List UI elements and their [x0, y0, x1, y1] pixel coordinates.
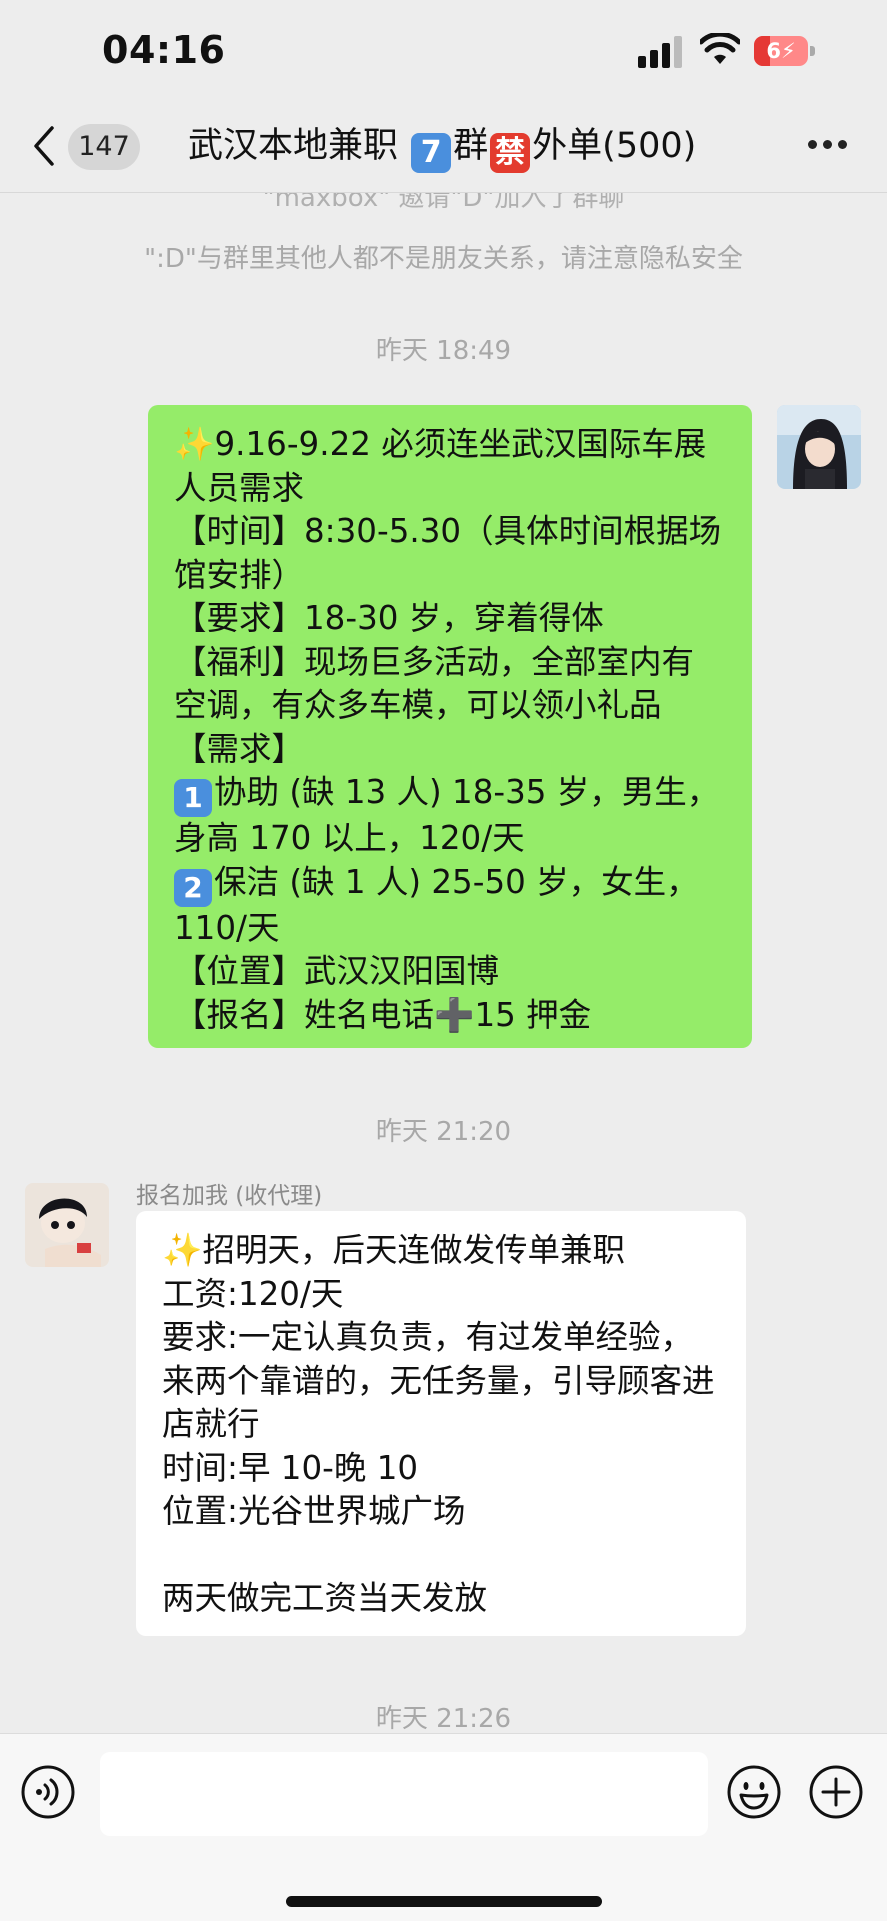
message-input[interactable]	[100, 1752, 708, 1836]
privacy-system-notice: ":D"与群里其他人都不是朋友关系，请注意隐私安全	[144, 244, 743, 274]
message-timestamp: 昨天 18:49	[375, 336, 512, 366]
message-line: 工资:120/天	[162, 1274, 344, 1313]
chat-title: 武汉本地兼职 7 群禁外单(500)	[188, 100, 696, 192]
battery-level: 6	[766, 39, 781, 63]
message-timestamp: 昨天 21:20	[375, 1117, 512, 1147]
input-bar	[0, 1733, 887, 1921]
message-line: 【时间】8:30-5.30（具体时间根据场馆安排）	[174, 512, 722, 594]
message-line: 【福利】现场巨多活动，全部室内有空调，有众多车模，可以领小礼品	[174, 642, 695, 725]
title-text: 武汉本地兼职	[188, 126, 399, 166]
message-line: 【报名】姓名电话	[174, 995, 435, 1034]
more-dots-icon[interactable]	[808, 140, 848, 152]
message-line: 位置:光谷世界城广场	[162, 1492, 466, 1530]
status-time: 04:16	[102, 28, 226, 72]
chevron-left-icon[interactable]	[30, 124, 60, 168]
sender-name: 报名加我 (收代理)	[136, 1183, 323, 1209]
keycap-seven-emoji: 7	[411, 133, 452, 173]
message-line: 保洁 (缺 1 人) 25-50 岁，女生，110/天	[174, 862, 699, 947]
battery-icon: 6⚡	[754, 36, 816, 66]
message-bubble-self[interactable]: ✨9.16-9.22 必须连坐武汉国际车展人员需求 【时间】8:30-5.30（…	[148, 405, 752, 1048]
message-line: 15 押金	[474, 995, 592, 1034]
heavy-plus-emoji: ➕	[434, 995, 475, 1034]
message-line: 【需求】	[174, 729, 305, 768]
nav-bar: 147 武汉本地兼职 7 群禁外单(500)	[0, 100, 887, 193]
message-line: 招明天，后天连做发传单兼职	[202, 1231, 625, 1269]
status-bar: 04:16 6⚡	[0, 0, 887, 100]
home-indicator	[286, 1896, 602, 1907]
message-line: 两天做完工资当天发放	[162, 1579, 488, 1617]
system-notice-clipped: "maxbox" 邀请"D"加入了群聊	[262, 193, 625, 213]
wifi-icon	[700, 33, 740, 64]
cellular-signal-icon	[638, 36, 686, 68]
avatar-sender[interactable]	[25, 1183, 109, 1267]
chat-history[interactable]: "maxbox" 邀请"D"加入了群聊 ":D"与群里其他人都不是朋友关系，请注…	[0, 193, 887, 1733]
sparkles-emoji: ✨	[162, 1231, 203, 1269]
message-line: 【位置】武汉汉阳国博	[174, 952, 500, 990]
plus-circle-icon[interactable]	[808, 1764, 864, 1820]
message-line: 协助 (缺 13 人) 18-35 岁，男生，身高 170 以上，120/天	[174, 773, 720, 857]
message-line: 要求:一定认真负责，有过发单经验，来两个靠谱的，无任务量，引导顾客进店就行	[162, 1318, 715, 1443]
message-line: 时间:早 10-晚 10	[162, 1448, 419, 1487]
smiley-icon[interactable]	[726, 1764, 782, 1820]
message-bubble-other[interactable]: ✨招明天，后天连做发传单兼职 工资:120/天 要求:一定认真负责，有过发单经验…	[136, 1211, 746, 1636]
title-text-member-count: 外单(500)	[532, 126, 697, 166]
sparkles-emoji: ✨	[174, 425, 215, 463]
keycap-two-emoji: 2	[174, 868, 212, 907]
unread-count-badge[interactable]: 147	[68, 124, 140, 170]
message-line: 9.16-9.22 必须连坐武汉国际车展人员需求	[174, 425, 707, 507]
message-line: 【要求】18-30 岁，穿着得体	[174, 599, 604, 637]
message-timestamp: 昨天 21:26	[375, 1704, 512, 1733]
avatar-self[interactable]	[777, 405, 861, 489]
keycap-one-emoji: 1	[174, 779, 212, 817]
voice-icon[interactable]	[20, 1764, 76, 1820]
title-text-group: 群	[453, 126, 489, 166]
prohibited-emoji: 禁	[490, 133, 531, 173]
